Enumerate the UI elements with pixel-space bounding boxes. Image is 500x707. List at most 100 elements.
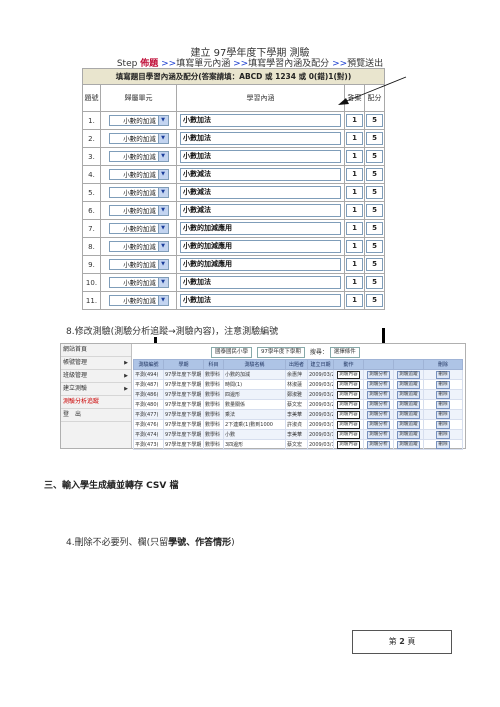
answer-input[interactable]: 1	[346, 114, 363, 127]
learning-content-input[interactable]: 小數減法	[180, 168, 341, 181]
exam-status-button[interactable]: 測驗追蹤	[397, 400, 420, 409]
exam-content-button[interactable]: 測驗內容	[337, 370, 360, 379]
exam-analysis-button[interactable]: 測驗分析	[367, 390, 390, 399]
chevron-down-icon[interactable]: ▼	[157, 170, 168, 179]
unit-select[interactable]: 小數的加減 ▼	[108, 115, 169, 126]
learning-content-input[interactable]: 小數加法	[180, 294, 341, 307]
chevron-down-icon[interactable]: ▼	[157, 296, 168, 305]
unit-select[interactable]: 小數的加減 ▼	[108, 169, 169, 180]
answer-input[interactable]: 1	[346, 276, 363, 289]
content-cell: 小數加法	[176, 291, 345, 310]
exam-analysis-button[interactable]: 測驗分析	[367, 410, 390, 419]
exam-status-button[interactable]: 測驗追蹤	[397, 380, 420, 389]
unit-select[interactable]: 小數的加減 ▼	[108, 277, 169, 288]
unit-select[interactable]: 小數的加減 ▼	[108, 241, 169, 252]
exam-status-button[interactable]: 測驗追蹤	[397, 410, 420, 419]
score-input[interactable]: 5	[366, 150, 383, 163]
learning-content-input[interactable]: 小數加法	[180, 276, 341, 289]
unit-select[interactable]: 小數的加減 ▼	[108, 259, 169, 270]
exam-content-button[interactable]: 測驗內容	[337, 420, 360, 429]
score-input[interactable]: 5	[366, 186, 383, 199]
score-input[interactable]: 5	[366, 276, 383, 289]
chevron-down-icon[interactable]: ▼	[157, 242, 168, 251]
answer-input[interactable]: 1	[346, 186, 363, 199]
exam-status-button[interactable]: 測驗追蹤	[397, 370, 420, 379]
exam-content-button[interactable]: 測驗內容	[337, 410, 360, 419]
exam-analysis-button[interactable]: 測驗分析	[367, 400, 390, 409]
unit-select[interactable]: 小數的加減 ▼	[108, 295, 169, 306]
answer-input[interactable]: 1	[346, 294, 363, 307]
score-input[interactable]: 5	[366, 222, 383, 235]
learning-content-input[interactable]: 小數的加減應用	[180, 222, 341, 235]
learning-content-input[interactable]: 小數加法	[180, 114, 341, 127]
sidebar-item[interactable]: 測驗分析追蹤	[61, 396, 131, 409]
delete-button[interactable]: 刪除	[436, 420, 450, 429]
sidebar-item[interactable]: 登 出	[61, 409, 131, 422]
delete-button[interactable]: 刪除	[436, 440, 450, 449]
score-input[interactable]: 5	[366, 294, 383, 307]
answer-input[interactable]: 1	[346, 240, 363, 253]
delete-button[interactable]: 刪除	[436, 410, 450, 419]
delete-button[interactable]: 刪除	[436, 430, 450, 439]
learning-content-input[interactable]: 小數加法	[180, 150, 341, 163]
search-condition-select[interactable]: 選擇條件	[329, 347, 360, 358]
unit-select[interactable]: 小數的加減 ▼	[108, 133, 169, 144]
exam-content-button[interactable]: 測驗內容	[337, 400, 360, 409]
term-select[interactable]: 97學年度下學期	[256, 347, 305, 358]
chevron-down-icon[interactable]: ▼	[157, 188, 168, 197]
exam-content-button[interactable]: 測驗內容	[337, 390, 360, 399]
exam-status-button[interactable]: 測驗追蹤	[397, 440, 420, 449]
learning-content-input[interactable]: 小數加法	[180, 132, 341, 145]
unit-select[interactable]: 小數的加減 ▼	[108, 205, 169, 216]
exam-analysis-button[interactable]: 測驗分析	[367, 380, 390, 389]
exam-analysis-button[interactable]: 測驗分析	[367, 370, 390, 379]
school-select[interactable]: 國泰國民小學	[211, 347, 253, 358]
unit-select[interactable]: 小數的加減 ▼	[108, 223, 169, 234]
delete-button[interactable]: 刪除	[436, 400, 450, 409]
score-input[interactable]: 5	[366, 132, 383, 145]
chevron-down-icon[interactable]: ▼	[157, 278, 168, 287]
score-input[interactable]: 5	[366, 204, 383, 217]
exam-analysis-button[interactable]: 測驗分析	[367, 420, 390, 429]
learning-content-input[interactable]: 小數的加減應用	[180, 258, 341, 271]
score-input[interactable]: 5	[366, 168, 383, 181]
chevron-down-icon[interactable]: ▼	[157, 224, 168, 233]
sidebar-item[interactable]: 班級管理 ▶	[61, 370, 131, 383]
exam-analysis-button[interactable]: 測驗分析	[367, 430, 390, 439]
delete-button[interactable]: 刪除	[436, 380, 450, 389]
chevron-down-icon[interactable]: ▼	[157, 152, 168, 161]
exam-status-button[interactable]: 測驗追蹤	[397, 420, 420, 429]
answer-input[interactable]: 1	[346, 150, 363, 163]
answer-input[interactable]: 1	[346, 132, 363, 145]
sidebar-item[interactable]: 帳號管理 ▶	[61, 357, 131, 370]
chevron-down-icon[interactable]: ▼	[157, 260, 168, 269]
sidebar-item[interactable]: 網站首頁	[61, 344, 131, 357]
unit-select[interactable]: 小數的加減 ▼	[108, 187, 169, 198]
exam-content-button[interactable]: 測驗內容	[337, 440, 360, 449]
learning-content-input[interactable]: 小數減法	[180, 186, 341, 199]
learning-content-input[interactable]: 小數減法	[180, 204, 341, 217]
learning-content-input[interactable]: 小數的加減應用	[180, 240, 341, 253]
score-input[interactable]: 5	[366, 114, 383, 127]
cell-id: 平測(473)	[133, 439, 164, 450]
sidebar-item[interactable]: 建立測驗 ▶	[61, 383, 131, 396]
exam-content-button[interactable]: 測驗內容	[337, 430, 360, 439]
cell-name: 數量關係	[223, 399, 286, 410]
exam-analysis-button[interactable]: 測驗分析	[367, 440, 390, 449]
chevron-down-icon[interactable]: ▼	[157, 116, 168, 125]
answer-input[interactable]: 1	[346, 168, 363, 181]
answer-input[interactable]: 1	[346, 204, 363, 217]
exam-status-button[interactable]: 測驗追蹤	[397, 390, 420, 399]
exam-status-button[interactable]: 測驗追蹤	[397, 430, 420, 439]
score-input[interactable]: 5	[366, 240, 383, 253]
answer-input[interactable]: 1	[346, 258, 363, 271]
cell-subject: 數學科	[203, 369, 224, 380]
unit-select[interactable]: 小數的加減 ▼	[108, 151, 169, 162]
score-input[interactable]: 5	[366, 258, 383, 271]
exam-content-button[interactable]: 測驗內容	[337, 380, 360, 389]
delete-button[interactable]: 刪除	[436, 370, 450, 379]
chevron-down-icon[interactable]: ▼	[157, 206, 168, 215]
chevron-down-icon[interactable]: ▼	[157, 134, 168, 143]
delete-button[interactable]: 刪除	[436, 390, 450, 399]
answer-input[interactable]: 1	[346, 222, 363, 235]
